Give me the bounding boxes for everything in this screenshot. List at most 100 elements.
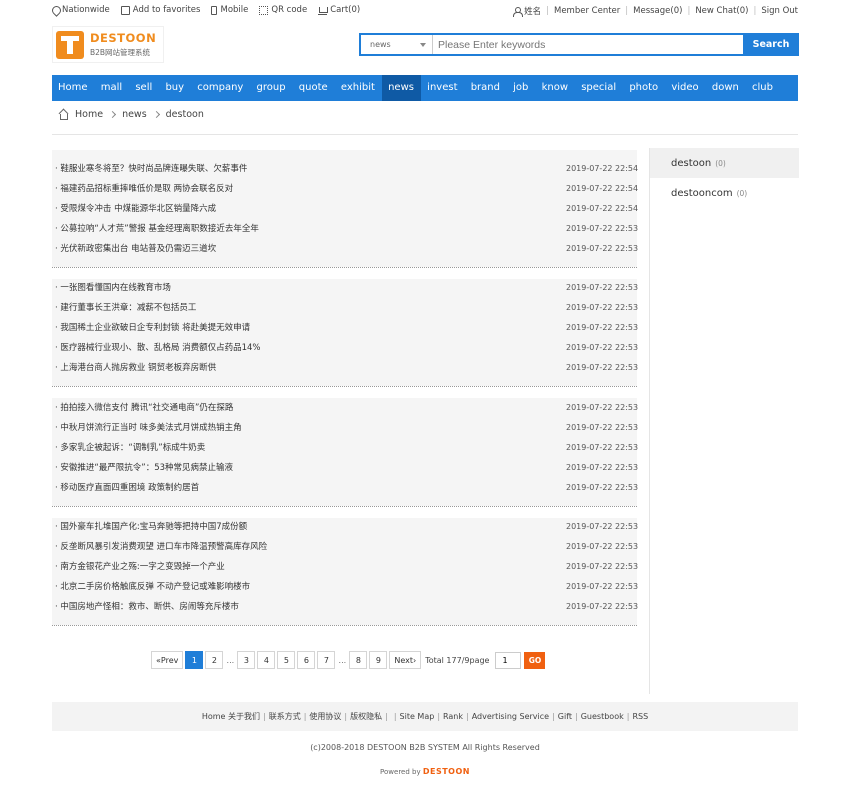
page-button-4[interactable]: 4 bbox=[257, 651, 276, 669]
news-title-link[interactable]: · 国外豪车扎堆国产化:宝马奔驰等把持中国7成份额 bbox=[55, 520, 247, 532]
news-title-link[interactable]: · 建行董事长王洪章：减薪不包括员工 bbox=[55, 301, 196, 313]
topbar-link-mobile[interactable]: Mobile bbox=[211, 5, 248, 15]
footer-divider: | bbox=[263, 712, 266, 721]
news-title-link[interactable]: · 上海港台商人抛房救业 铜贸老板弃房断供 bbox=[55, 361, 216, 373]
sidebar-item-destoon[interactable]: destoon (0) bbox=[650, 148, 799, 178]
news-title-link[interactable]: · 光伏新政密集出台 电站普及仍需迈三道坎 bbox=[55, 242, 216, 254]
news-title-link[interactable]: · 拍拍接入微信支付 腾讯“社交通电商”仍在探路 bbox=[55, 401, 233, 413]
footer-link[interactable]: Guestbook bbox=[581, 712, 624, 721]
news-date: 2019-07-22 22:53 bbox=[566, 322, 639, 332]
news-title-link[interactable]: · 多家乳企被起诉：“调制乳”标成牛奶卖 bbox=[55, 441, 205, 453]
nav-item-news[interactable]: news bbox=[381, 75, 421, 101]
nav-item-sell[interactable]: sell bbox=[129, 75, 159, 101]
nav-item-video[interactable]: video bbox=[665, 75, 706, 101]
nav-item-exhibit[interactable]: exhibit bbox=[334, 75, 381, 101]
site-logo[interactable]: DESTOON B2B网站管理系统 bbox=[52, 26, 164, 63]
nav-item-company[interactable]: company bbox=[191, 75, 250, 101]
logo-mark-icon bbox=[56, 31, 84, 59]
nav-item-down[interactable]: down bbox=[705, 75, 745, 101]
breadcrumb-news[interactable]: news bbox=[122, 109, 147, 120]
footer-divider: | bbox=[575, 712, 578, 721]
news-title-link[interactable]: · 我国稀土企业欲破日企专利封锁 将赴美提无效申请 bbox=[55, 321, 250, 333]
news-title-link[interactable]: · 公募拉响“人才荒”警报 基金经理离职数接近去年全年 bbox=[55, 222, 259, 234]
footer-link[interactable]: 使用协议 bbox=[309, 711, 341, 722]
page-button-6[interactable]: 6 bbox=[297, 651, 316, 669]
topbar-link-nationwide[interactable]: Nationwide bbox=[52, 5, 110, 15]
topbar-link-cart-0[interactable]: Cart(0) bbox=[318, 5, 360, 15]
news-date: 2019-07-22 22:54 bbox=[566, 183, 639, 193]
search-input[interactable] bbox=[433, 35, 743, 54]
sidebar-item-destooncom[interactable]: destooncom (0) bbox=[650, 178, 799, 208]
page-button-9[interactable]: 9 bbox=[369, 651, 388, 669]
breadcrumb-destoon[interactable]: destoon bbox=[166, 109, 204, 120]
nav-item-special[interactable]: special bbox=[575, 75, 623, 101]
footer-link[interactable]: Gift bbox=[558, 712, 572, 721]
logo-subtitle: B2B网站管理系统 bbox=[90, 48, 151, 57]
footer-link[interactable]: Advertising Service bbox=[472, 712, 549, 721]
news-title-link[interactable]: · 反垄断风暴引发消费观望 进口车市降温预警高库存风险 bbox=[55, 540, 267, 552]
footer-link[interactable]: Site Map bbox=[400, 712, 435, 721]
news-title-link[interactable]: · 福建药品招标重摔唯低价是取 两协会联名反对 bbox=[55, 182, 233, 194]
go-button[interactable]: GO bbox=[524, 651, 546, 669]
news-title-link[interactable]: · 南方金银花产业之殇:一字之变毁掉一个产业 bbox=[55, 560, 225, 572]
topbar-link-label: Nationwide bbox=[62, 5, 110, 15]
page-button-8[interactable]: 8 bbox=[349, 651, 368, 669]
top-bar-right: 姓名 | Member Center | Message(0) | New Ch… bbox=[513, 5, 798, 17]
page-button-1[interactable]: 1 bbox=[185, 651, 204, 669]
sign-out-link[interactable]: Sign Out bbox=[761, 6, 798, 16]
nav-item-group[interactable]: group bbox=[250, 75, 292, 101]
news-title-link[interactable]: · 安徽推进“最严限抗令”：53种常见病禁止输液 bbox=[55, 461, 233, 473]
divider: | bbox=[625, 6, 629, 16]
nav-item-club[interactable]: club bbox=[745, 75, 779, 101]
nav-item-brand[interactable]: brand bbox=[464, 75, 506, 101]
footer-link[interactable]: 版权隐私 bbox=[350, 711, 382, 722]
topbar-link-add-to-favorites[interactable]: Add to favorites bbox=[120, 5, 200, 15]
search-module-select[interactable]: news bbox=[361, 35, 433, 54]
footer-link[interactable]: RSS bbox=[632, 712, 648, 721]
topbar-link-qr-code[interactable]: QR code bbox=[259, 5, 307, 15]
qr-code-icon bbox=[259, 5, 269, 15]
nav-item-photo[interactable]: photo bbox=[623, 75, 665, 101]
news-title-link[interactable]: · 鞋服业寒冬将至？快时尚品牌连曝失联、欠薪事件 bbox=[55, 162, 247, 174]
nav-item-know[interactable]: know bbox=[535, 75, 575, 101]
page-button-2[interactable]: 2 bbox=[205, 651, 224, 669]
news-title-link[interactable]: · 北京二手房价格触底反弹 不动产登记或难影响楼市 bbox=[55, 580, 250, 592]
page-button-7[interactable]: 7 bbox=[317, 651, 336, 669]
topbar-link-label: Mobile bbox=[220, 5, 249, 15]
footer-link[interactable]: 联系方式 bbox=[269, 711, 301, 722]
user-icon bbox=[513, 6, 524, 17]
new-chat-link[interactable]: New Chat(0) bbox=[695, 6, 748, 16]
search-bar: news Search bbox=[359, 33, 799, 56]
footer-link[interactable]: Rank bbox=[443, 712, 463, 721]
list-item: · 上海港台商人抛房救业 铜贸老板弃房断供 2019-07-22 22:53 bbox=[52, 357, 639, 377]
footer-links: Home 关于我们 | 联系方式 | 使用协议 | 版权隐私 | | Site Map | Rank |… bbox=[52, 702, 798, 731]
news-title-link[interactable]: · 一张图看懂国内在线教育市场 bbox=[55, 281, 171, 293]
message-link[interactable]: Message(0) bbox=[633, 6, 682, 16]
nav-item-home[interactable]: Home bbox=[52, 75, 94, 101]
page-number-input[interactable] bbox=[495, 651, 522, 669]
nav-item-mall[interactable]: mall bbox=[94, 75, 129, 101]
prev-page-button[interactable]: «Prev bbox=[151, 651, 184, 669]
list-item: · 医疗器械行业现小、散、乱格局 消费额仅占药品14% 2019-07-22 22… bbox=[52, 337, 638, 357]
page-button-5[interactable]: 5 bbox=[277, 651, 296, 669]
powered-by-brand[interactable]: DESTOON bbox=[423, 767, 470, 776]
list-item: · 受限煤令冲击 中煤能源华北区销量降六成 2019-07-22 22:54 bbox=[52, 198, 638, 218]
news-title-link[interactable]: · 中国房地产怪相：救市、断供、房闹等充斥楼市 bbox=[55, 600, 239, 612]
page-button-3[interactable]: 3 bbox=[237, 651, 256, 669]
breadcrumb-home[interactable]: Home bbox=[75, 109, 103, 120]
news-title-link[interactable]: · 医疗器械行业现小、散、乱格局 消费额仅占药品14% bbox=[55, 341, 261, 353]
nav-item-quote[interactable]: quote bbox=[292, 75, 334, 101]
nav-item-buy[interactable]: buy bbox=[159, 75, 191, 101]
next-page-button[interactable]: Next› bbox=[389, 651, 422, 669]
footer-link[interactable]: Home 关于我们 bbox=[202, 711, 260, 722]
nav-item-invest[interactable]: invest bbox=[421, 75, 465, 101]
powered-by: Powered by DESTOON bbox=[0, 767, 850, 776]
news-date: 2019-07-22 22:53 bbox=[566, 362, 639, 372]
member-center-link[interactable]: Member Center bbox=[554, 6, 620, 16]
user-name-link[interactable]: 姓名 bbox=[524, 5, 541, 17]
news-title-link[interactable]: · 受限煤令冲击 中煤能源华北区销量降六成 bbox=[55, 202, 216, 214]
news-title-link[interactable]: · 中秋月饼流行正当时 味多美法式月饼成热销主角 bbox=[55, 421, 242, 433]
news-title-link[interactable]: · 移动医疗直面四重困境 政策制约居首 bbox=[55, 481, 199, 493]
search-button[interactable]: Search bbox=[743, 33, 799, 56]
nav-item-job[interactable]: job bbox=[507, 75, 535, 101]
